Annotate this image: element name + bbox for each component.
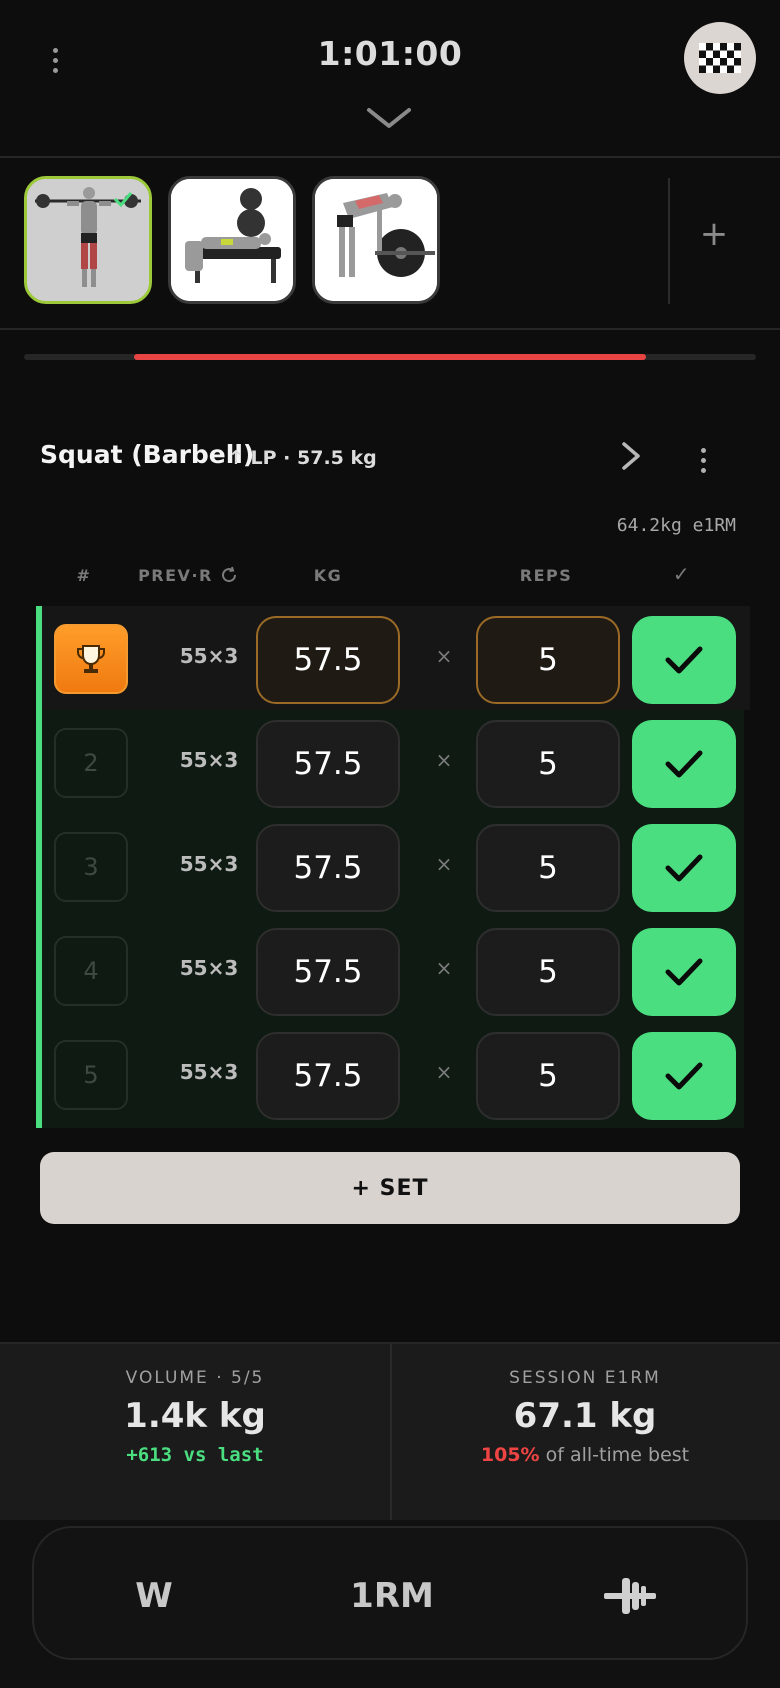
set-prev[interactable]: 55×3 xyxy=(154,1060,264,1084)
strip-divider xyxy=(668,178,670,304)
set-reps-input[interactable]: 5 xyxy=(476,824,620,912)
col-header-done: ✓ xyxy=(672,562,692,586)
session-e1rm-percent: 105% xyxy=(480,1444,540,1466)
set-row: 3 55×3 57.5 × 5 xyxy=(42,814,750,918)
check-icon xyxy=(665,646,703,674)
times-symbol: × xyxy=(435,852,453,876)
exercise-strip: + xyxy=(0,160,780,330)
volume-delta: +613 vs last xyxy=(126,1444,264,1466)
finish-workout-button[interactable] xyxy=(684,22,756,94)
checkered-flag-icon xyxy=(699,43,741,73)
set-kg-input[interactable]: 57.5 xyxy=(256,928,400,1016)
set-kg-input[interactable]: 57.5 xyxy=(256,824,400,912)
set-complete-button[interactable] xyxy=(632,616,736,704)
volume-label: VOLUME · 5/5 xyxy=(125,1368,265,1388)
set-prev[interactable]: 55×3 xyxy=(154,852,264,876)
set-number[interactable]: 5 xyxy=(54,1040,128,1110)
set-number[interactable]: 4 xyxy=(54,936,128,1006)
plate-calculator-button[interactable] xyxy=(570,1566,690,1626)
set-number[interactable]: 3 xyxy=(54,832,128,902)
times-symbol: × xyxy=(435,644,453,668)
session-e1rm-sub: of all-time best xyxy=(539,1444,690,1466)
workout-header: 1:01:00 xyxy=(0,0,780,158)
exercise-thumb-bent-over-row[interactable] xyxy=(312,176,440,304)
set-reps-input[interactable]: 5 xyxy=(476,720,620,808)
workout-progress-fill xyxy=(134,354,646,360)
set-kg-input[interactable]: 57.5 xyxy=(256,720,400,808)
check-icon xyxy=(665,750,703,778)
set-complete-button[interactable] xyxy=(632,928,736,1016)
set-prev[interactable]: 55×3 xyxy=(154,748,264,772)
col-header-prev-label: PREV·R xyxy=(138,566,213,585)
session-stats: VOLUME · 5/5 1.4k kg +613 vs last SESSIO… xyxy=(0,1342,780,1522)
set-kg-input[interactable]: 57.5 xyxy=(256,616,400,704)
chevron-down-icon[interactable] xyxy=(366,106,412,130)
volume-value: 1.4k kg xyxy=(124,1396,266,1436)
add-exercise-button[interactable]: + xyxy=(696,216,732,252)
refresh-icon xyxy=(221,566,236,583)
set-pr-badge[interactable] xyxy=(54,624,128,694)
col-header-prev[interactable]: PREV·R xyxy=(138,566,238,585)
times-symbol: × xyxy=(435,748,453,772)
add-set-button[interactable]: + SET xyxy=(40,1152,740,1224)
check-icon xyxy=(665,854,703,882)
warmup-button[interactable]: W xyxy=(94,1566,214,1626)
exercise-thumb-bench-press[interactable] xyxy=(168,176,296,304)
session-e1rm-value: 67.1 kg xyxy=(513,1396,657,1436)
bent-over-row-figure-icon xyxy=(315,179,437,301)
exercise-e1rm: 64.2kg e1RM xyxy=(616,515,736,536)
set-prev[interactable]: 55×3 xyxy=(154,956,264,980)
session-e1rm-stat: SESSION E1RM 67.1 kg 105% of all-time be… xyxy=(390,1344,780,1522)
trophy-icon xyxy=(77,645,105,673)
chevron-right-icon[interactable] xyxy=(616,438,646,474)
set-kg-input[interactable]: 57.5 xyxy=(256,1032,400,1120)
times-symbol: × xyxy=(435,956,453,980)
bottom-toolbar-pill: W 1RM xyxy=(32,1526,748,1660)
col-header-reps: REPS xyxy=(519,566,573,585)
barbell-plates-icon xyxy=(604,1578,656,1614)
sets-table: 55×3 57.5 × 5 2 55×3 57.5 × 5 3 55×3 57.… xyxy=(36,606,750,1128)
set-complete-button[interactable] xyxy=(632,720,736,808)
set-complete-button[interactable] xyxy=(632,824,736,912)
exercise-menu-button[interactable] xyxy=(690,440,716,480)
set-row: 55×3 57.5 × 5 xyxy=(42,606,750,710)
set-row: 2 55×3 57.5 × 5 xyxy=(42,710,750,814)
exercise-title[interactable]: Squat (Barbell) xyxy=(40,440,254,469)
workout-timer: 1:01:00 xyxy=(317,34,463,73)
set-prev[interactable]: 55×3 xyxy=(154,644,264,668)
check-icon xyxy=(665,1062,703,1090)
squat-figure-icon xyxy=(27,179,149,301)
set-complete-button[interactable] xyxy=(632,1032,736,1120)
set-row: 4 55×3 57.5 × 5 xyxy=(42,918,750,1022)
col-header-kg: KG xyxy=(313,566,343,585)
exercise-thumb-squat[interactable] xyxy=(24,176,152,304)
check-icon xyxy=(665,958,703,986)
col-header-num: # xyxy=(76,566,92,585)
times-symbol: × xyxy=(435,1060,453,1084)
exercise-progression-meta: ↑ LP · 57.5 kg xyxy=(228,447,377,469)
session-e1rm-label: SESSION E1RM xyxy=(509,1368,661,1388)
set-number[interactable]: 2 xyxy=(54,728,128,798)
volume-stat: VOLUME · 5/5 1.4k kg +613 vs last xyxy=(0,1344,390,1522)
set-row: 5 55×3 57.5 × 5 xyxy=(42,1022,750,1126)
set-reps-input[interactable]: 5 xyxy=(476,1032,620,1120)
set-reps-input[interactable]: 5 xyxy=(476,616,620,704)
set-reps-input[interactable]: 5 xyxy=(476,928,620,1016)
bench-press-figure-icon xyxy=(171,179,293,301)
onerm-button[interactable]: 1RM xyxy=(312,1566,472,1626)
bottom-toolbar: W 1RM xyxy=(0,1520,780,1688)
